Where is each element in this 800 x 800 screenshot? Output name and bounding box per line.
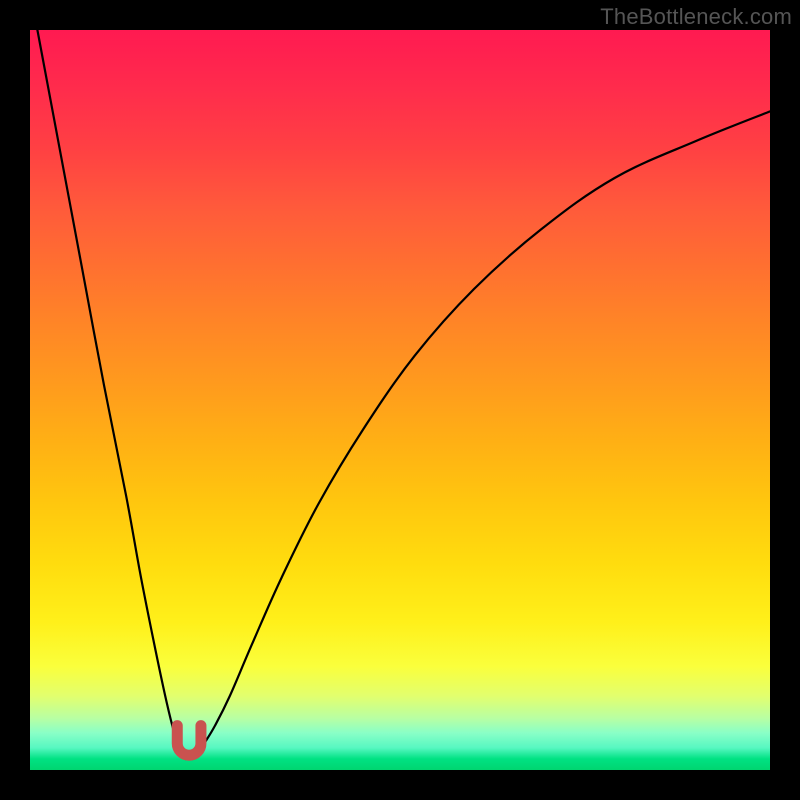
curve-right: [193, 111, 770, 759]
valley-marker-icon: [177, 726, 201, 756]
curve-left: [37, 30, 185, 759]
chart-svg: [30, 30, 770, 770]
watermark-label: TheBottleneck.com: [600, 4, 792, 30]
chart-frame: TheBottleneck.com: [0, 0, 800, 800]
chart-plot-area: [30, 30, 770, 770]
